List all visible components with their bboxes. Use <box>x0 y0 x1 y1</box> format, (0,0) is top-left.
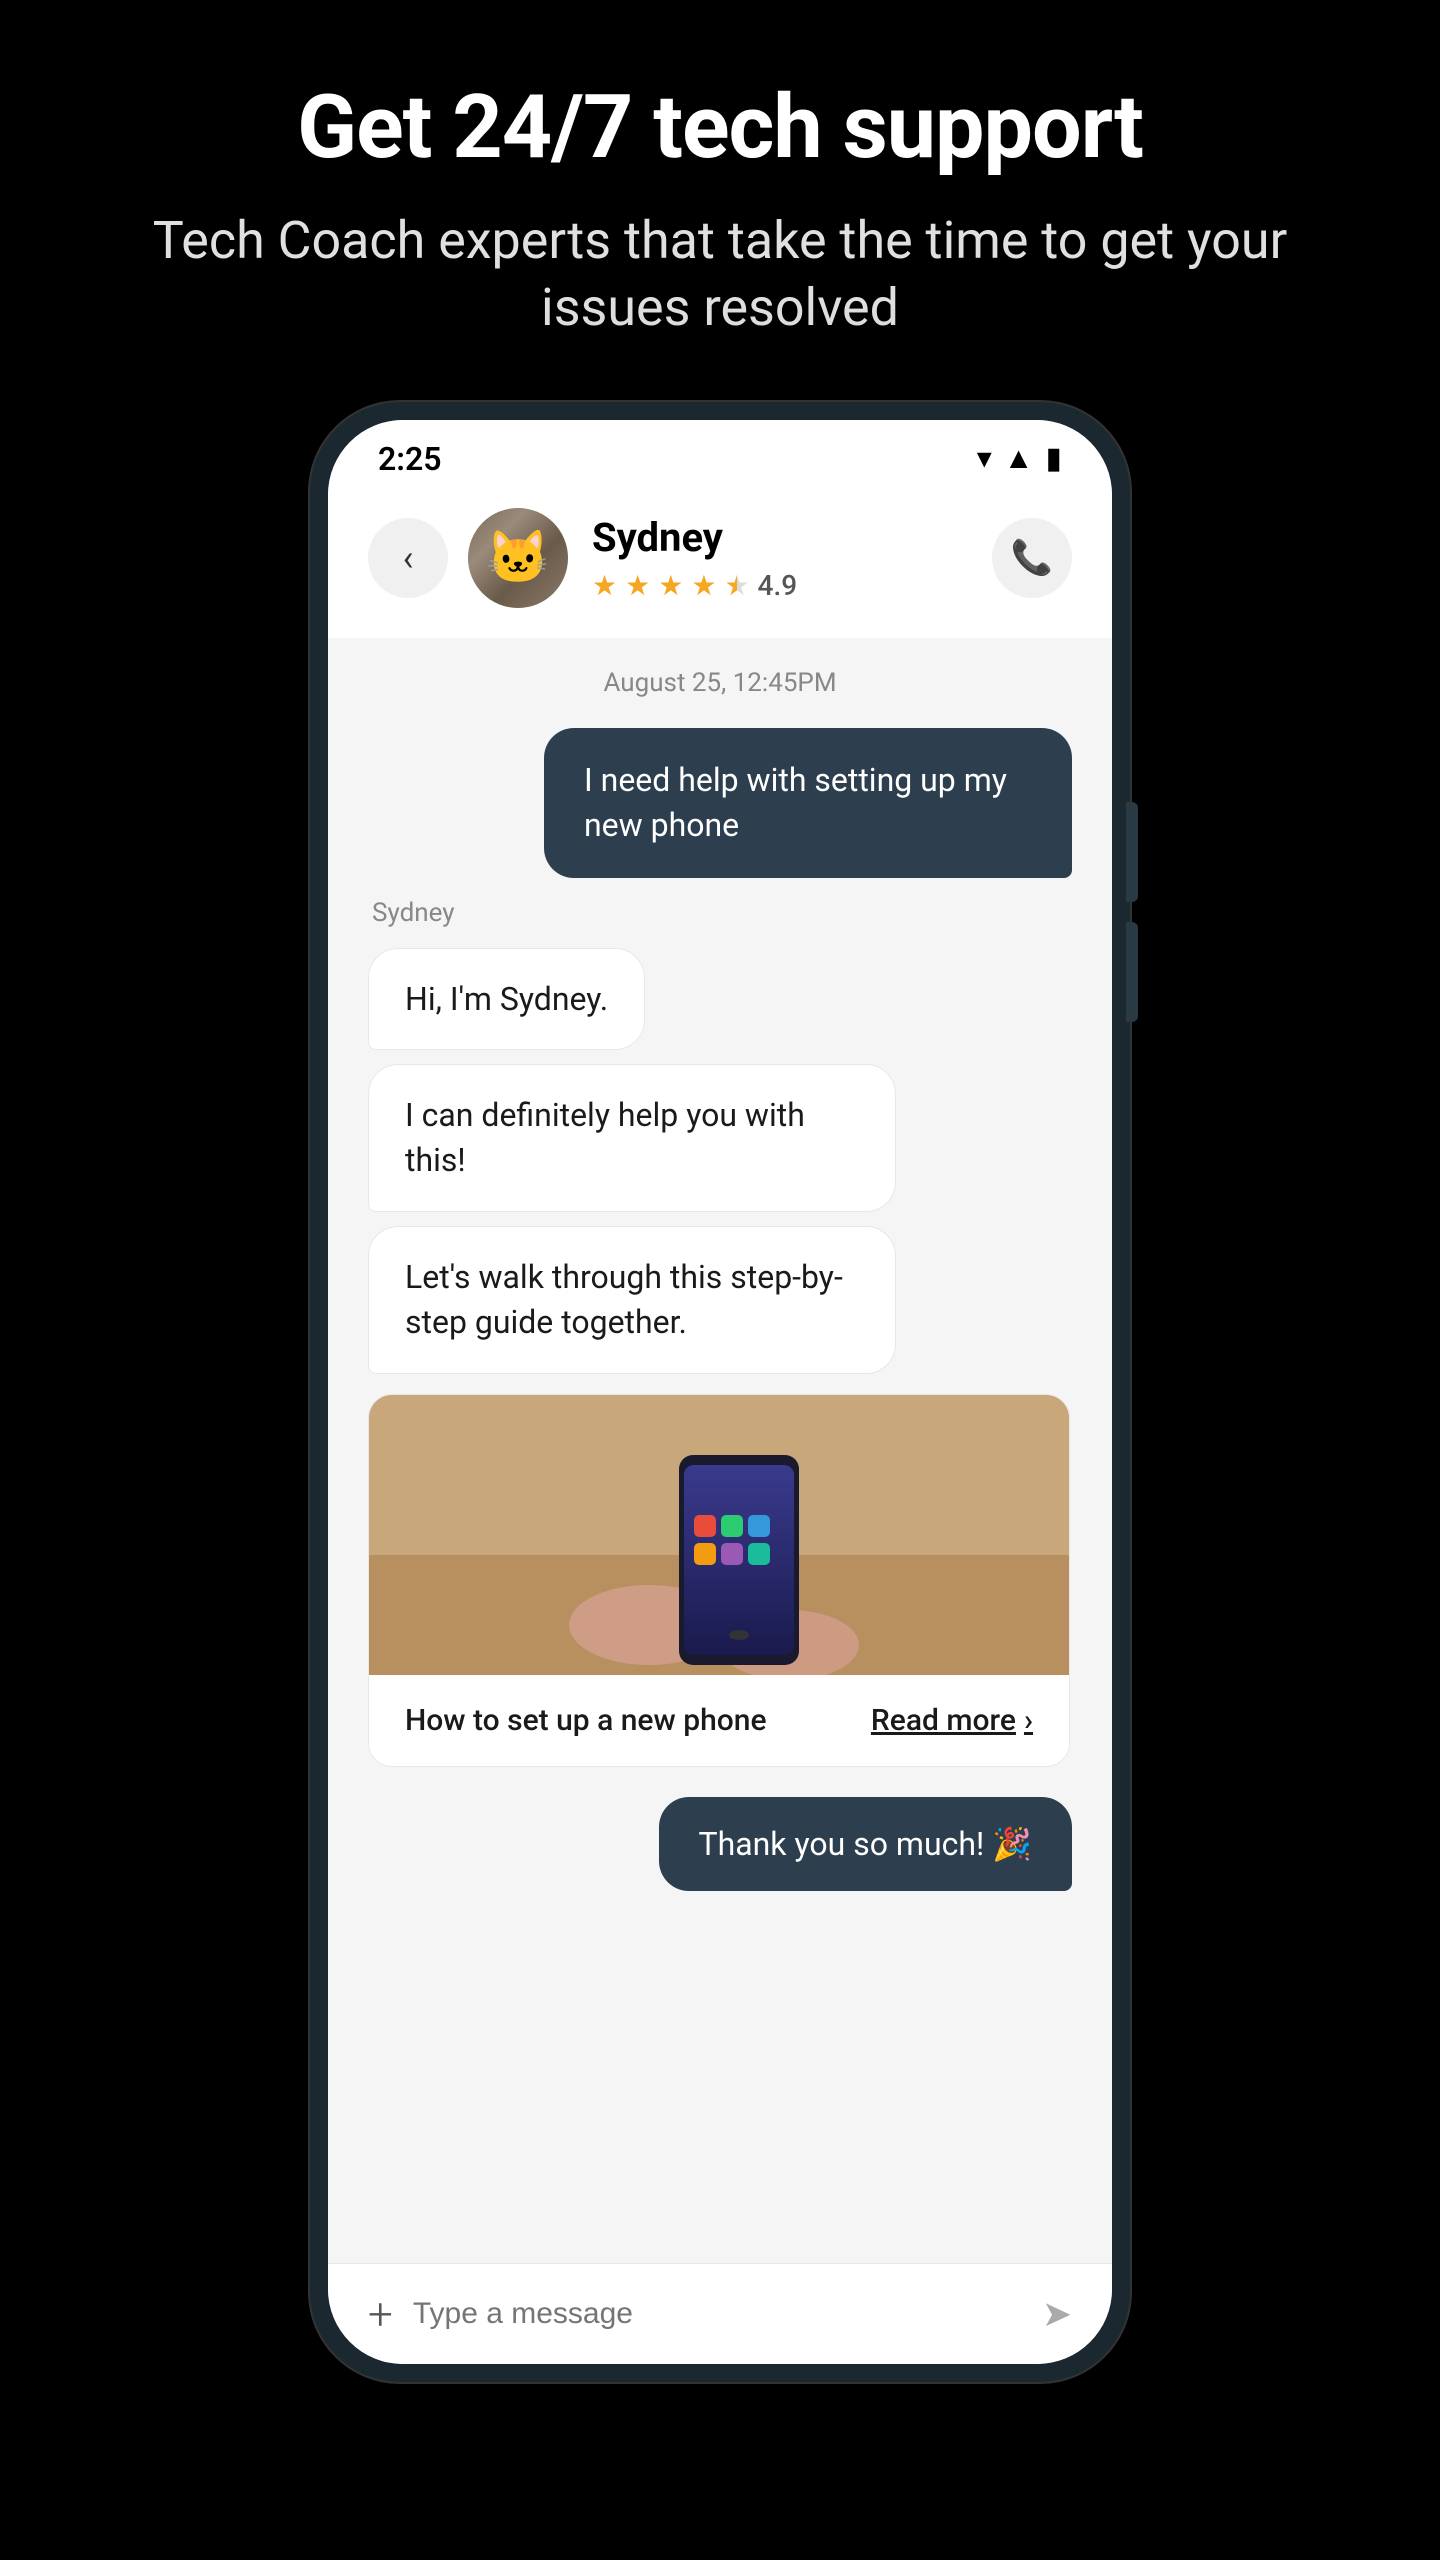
star-2: ★ <box>625 569 650 602</box>
phone-frame: 2:25 ▾ ▲ ▮ ‹ 🐱 Sydney ★ ★ ★ <box>310 402 1130 2382</box>
chat-area: August 25, 12:45PM I need help with sett… <box>328 638 1112 2263</box>
message-input[interactable] <box>413 2297 1022 2331</box>
thanks-message-container: Thank you so much! 🎉 <box>368 1797 1072 1891</box>
agent-name: Sydney <box>592 514 797 561</box>
input-area: + ➤ <box>328 2263 1112 2364</box>
top-nav: ‹ 🐱 Sydney ★ ★ ★ ★ ★ 4.9 📞 <box>328 488 1112 638</box>
volume-button-1 <box>1126 802 1138 902</box>
star-3: ★ <box>658 569 683 602</box>
read-more-link[interactable]: Read more › <box>871 1703 1033 1738</box>
chat-timestamp: August 25, 12:45PM <box>368 668 1072 698</box>
agent-bubble-1: Hi, I'm Sydney. <box>368 948 645 1051</box>
stars-row: ★ ★ ★ ★ ★ 4.9 <box>592 569 797 602</box>
subtitle: Tech Coach experts that take the time to… <box>120 207 1320 342</box>
status-time: 2:25 <box>378 440 442 478</box>
agent-name-section: Sydney ★ ★ ★ ★ ★ 4.9 <box>592 514 797 602</box>
main-title: Get 24/7 tech support <box>120 80 1320 177</box>
phone-screen: 2:25 ▾ ▲ ▮ ‹ 🐱 Sydney ★ ★ ★ <box>328 420 1112 2364</box>
status-icons: ▾ ▲ ▮ <box>977 441 1062 476</box>
send-button[interactable]: ➤ <box>1042 2293 1072 2335</box>
signal-icon: ▲ <box>1004 441 1034 476</box>
chevron-right-icon: › <box>1024 1703 1033 1738</box>
agent-label: Sydney <box>368 898 455 928</box>
agent-message-2: I can definitely help you with this! <box>405 1096 805 1179</box>
back-button[interactable]: ‹ <box>368 518 448 598</box>
battery-icon: ▮ <box>1045 441 1062 476</box>
agent-info: 🐱 Sydney ★ ★ ★ ★ ★ 4.9 <box>448 508 992 608</box>
agent-avatar: 🐱 <box>468 508 568 608</box>
user-message-bubble: I need help with setting up my new phone <box>544 728 1072 878</box>
star-half: ★ <box>724 569 749 602</box>
article-image <box>369 1395 1069 1675</box>
status-bar: 2:25 ▾ ▲ ▮ <box>328 420 1112 488</box>
agent-messages-container: Sydney Hi, I'm Sydney. I can definitely … <box>368 898 1072 1767</box>
avatar-image: 🐱 <box>468 508 568 608</box>
header-section: Get 24/7 tech support Tech Coach experts… <box>0 0 1440 402</box>
article-card[interactable]: How to set up a new phone Read more › <box>368 1394 1070 1767</box>
agent-bubble-2: I can definitely help you with this! <box>368 1064 896 1212</box>
thanks-bubble: Thank you so much! 🎉 <box>659 1797 1073 1891</box>
user-message-container: I need help with setting up my new phone <box>368 728 1072 878</box>
agent-bubble-3: Let's walk through this step-by-step gui… <box>368 1226 896 1374</box>
rating-number: 4.9 <box>758 569 798 602</box>
call-button[interactable]: 📞 <box>992 518 1072 598</box>
article-title: How to set up a new phone <box>405 1703 767 1738</box>
volume-button-2 <box>1126 922 1138 1022</box>
agent-message-1: Hi, I'm Sydney. <box>405 980 608 1018</box>
attachment-button[interactable]: + <box>368 2288 393 2340</box>
agent-message-3: Let's walk through this step-by-step gui… <box>405 1258 843 1341</box>
star-4: ★ <box>691 569 716 602</box>
read-more-text: Read more <box>871 1703 1016 1738</box>
star-1: ★ <box>592 569 617 602</box>
article-footer: How to set up a new phone Read more › <box>369 1675 1069 1766</box>
wifi-icon: ▾ <box>977 441 992 476</box>
